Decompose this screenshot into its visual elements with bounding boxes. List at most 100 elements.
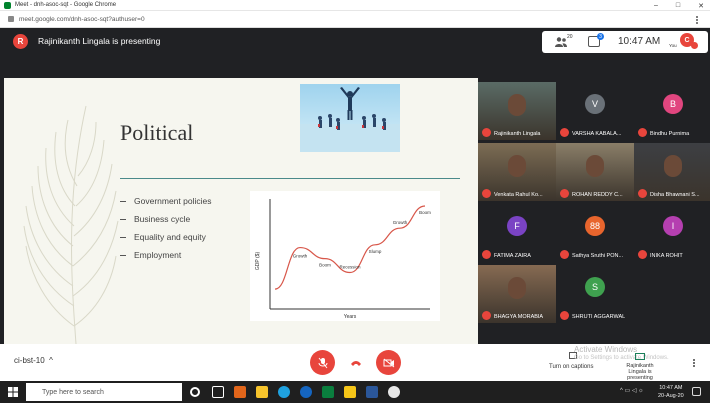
participant-name: Bindhu Purnima [650,131,690,137]
participant-name: Rajinikanth Lingala [494,131,541,137]
business-cycle-chart: GDP ($) Years Growth Boom Recession Slump Gr… [250,191,440,321]
participant-avatar: I [663,216,683,236]
people-count: 20 [567,34,573,40]
muted-mic-icon [638,189,647,198]
slide-bullet-list: Government policies Business cycle Equal… [120,192,211,264]
people-icon[interactable] [554,36,568,48]
presentation-slide: Political Government policies Business c… [4,78,478,345]
bullet-item: Equality and equity [120,228,211,246]
participant-tile[interactable]: ROHAN REDDY C... [556,143,634,201]
leave-call-button[interactable] [343,350,368,375]
app-icon[interactable] [234,386,246,398]
participant-name: INIKA ROHIT [650,253,683,259]
bullet-item: Business cycle [120,210,211,228]
address-bar[interactable]: meet.google.com/dnh-asoc-sqt?authuser=0 [0,11,710,28]
participant-name: Disha Bhawnani S... [650,192,700,198]
you-label: You [669,43,677,48]
slide-title: Political [120,120,194,145]
chart-annotation: Recession [339,265,361,270]
browser-title-bar: Meet - dnh-asoc-sqt - Google Chrome – □ … [0,0,710,11]
participant-name: ROHAN REDDY C... [572,192,623,198]
browser-menu-icon[interactable] [694,15,700,24]
mic-off-icon [318,357,327,368]
participant-tile[interactable]: B Bindhu Purnima [634,82,710,140]
self-mic-muted-icon [691,42,698,49]
taskbar-clock[interactable]: 10:47 AM 20-Aug-20 [658,384,684,400]
meet-favicon-icon [4,1,11,9]
minimize-button[interactable]: – [654,2,658,9]
chrome-icon[interactable] [388,386,400,398]
slide-divider [120,178,460,179]
muted-mic-icon [482,250,491,259]
chart-annotation: Growth [393,220,408,225]
muted-mic-icon [638,250,647,259]
cortana-icon[interactable] [190,387,200,397]
chart-annotation: Slump [369,249,382,254]
participant-avatar: V [585,94,605,114]
x-axis-label: Years [344,314,357,320]
participant-tile[interactable]: Rajinikanth Lingala [478,82,556,140]
word-icon[interactable] [366,386,378,398]
meet-clock: 10:47 AM [618,36,661,47]
participant-tile[interactable]: Venkata Rahul Ko... [478,143,556,201]
participant-avatar: F [507,216,527,236]
camera-off-icon [383,358,394,367]
participant-tile[interactable]: I INIKA ROHIT [634,204,710,262]
meet-top-controls: 20 3 10:47 AM You C [542,31,708,53]
muted-mic-icon [482,311,491,320]
ie-icon[interactable] [300,386,312,398]
file-explorer-icon[interactable] [256,386,268,398]
participant-tile[interactable]: 88 Sathya Sruthi PON... [556,204,634,262]
folder-icon[interactable] [344,386,356,398]
more-options-icon[interactable] [693,358,696,368]
chart-annotation: Boom [419,210,431,215]
cycle-line [274,205,426,290]
chart-annotation: Growth [293,254,308,259]
participant-tile[interactable]: BHAGYA MORABIA [478,265,556,323]
captions-button[interactable]: Turn on captions [549,364,593,370]
window-controls: – □ ✕ [654,0,704,11]
present-screen-icon [635,353,645,360]
participant-video-feed [586,155,604,177]
feather-decoration [23,105,119,345]
presenting-indicator[interactable]: Rajinikanth Lingala is presenting [620,353,660,381]
muted-mic-icon [482,128,491,137]
store-icon[interactable] [322,386,334,398]
notifications-icon[interactable] [692,387,701,396]
participant-tile[interactable]: S SHRUTI AGGARWAL [556,265,634,323]
participant-name: FATIMA ZAIRA [494,253,531,259]
chart-annotation: Boom [319,263,331,268]
windows-start-icon[interactable] [8,387,18,397]
participant-tile[interactable]: Disha Bhawnani S... [634,143,710,201]
participant-avatar: B [663,94,683,114]
camera-toggle-button[interactable] [376,350,401,375]
taskbar-search-box[interactable]: Type here to search [26,383,182,401]
participant-name: SHRUTI AGGARWAL [572,314,626,320]
muted-mic-icon [482,189,491,198]
participant-avatar: 88 [585,216,605,236]
system-tray[interactable]: ^ ▭ ◁ ☼ [620,387,644,394]
y-axis-label: GDP ($) [255,252,261,271]
participant-video-feed [508,277,526,299]
participant-avatar: S [585,277,605,297]
meet-bottom-bar: ci-bst-10 ^ Turn on captions Activate Wi… [0,344,710,381]
mic-toggle-button[interactable] [310,350,335,375]
muted-mic-icon [560,189,569,198]
chat-badge: 3 [597,33,604,40]
slide-photo [300,84,400,152]
maximize-button[interactable]: □ [676,2,680,9]
task-view-icon[interactable] [212,386,224,398]
muted-mic-icon [560,250,569,259]
close-button[interactable]: ✕ [698,2,704,10]
taskbar-search-placeholder: Type here to search [42,388,104,396]
participant-tile[interactable]: V VARSHA KABALA... [556,82,634,140]
muted-mic-icon [560,311,569,320]
meeting-details-button[interactable]: ci-bst-10 ^ [14,356,53,365]
participant-name: Sathya Sruthi PON... [572,253,624,259]
url-text[interactable]: meet.google.com/dnh-asoc-sqt?authuser=0 [19,16,145,23]
participant-name: Venkata Rahul Ko... [494,192,543,198]
participant-tile[interactable]: F FATIMA ZAIRA [478,204,556,262]
edge-icon[interactable] [278,386,290,398]
bullet-item: Government policies [120,192,211,210]
hang-up-icon [350,360,361,366]
